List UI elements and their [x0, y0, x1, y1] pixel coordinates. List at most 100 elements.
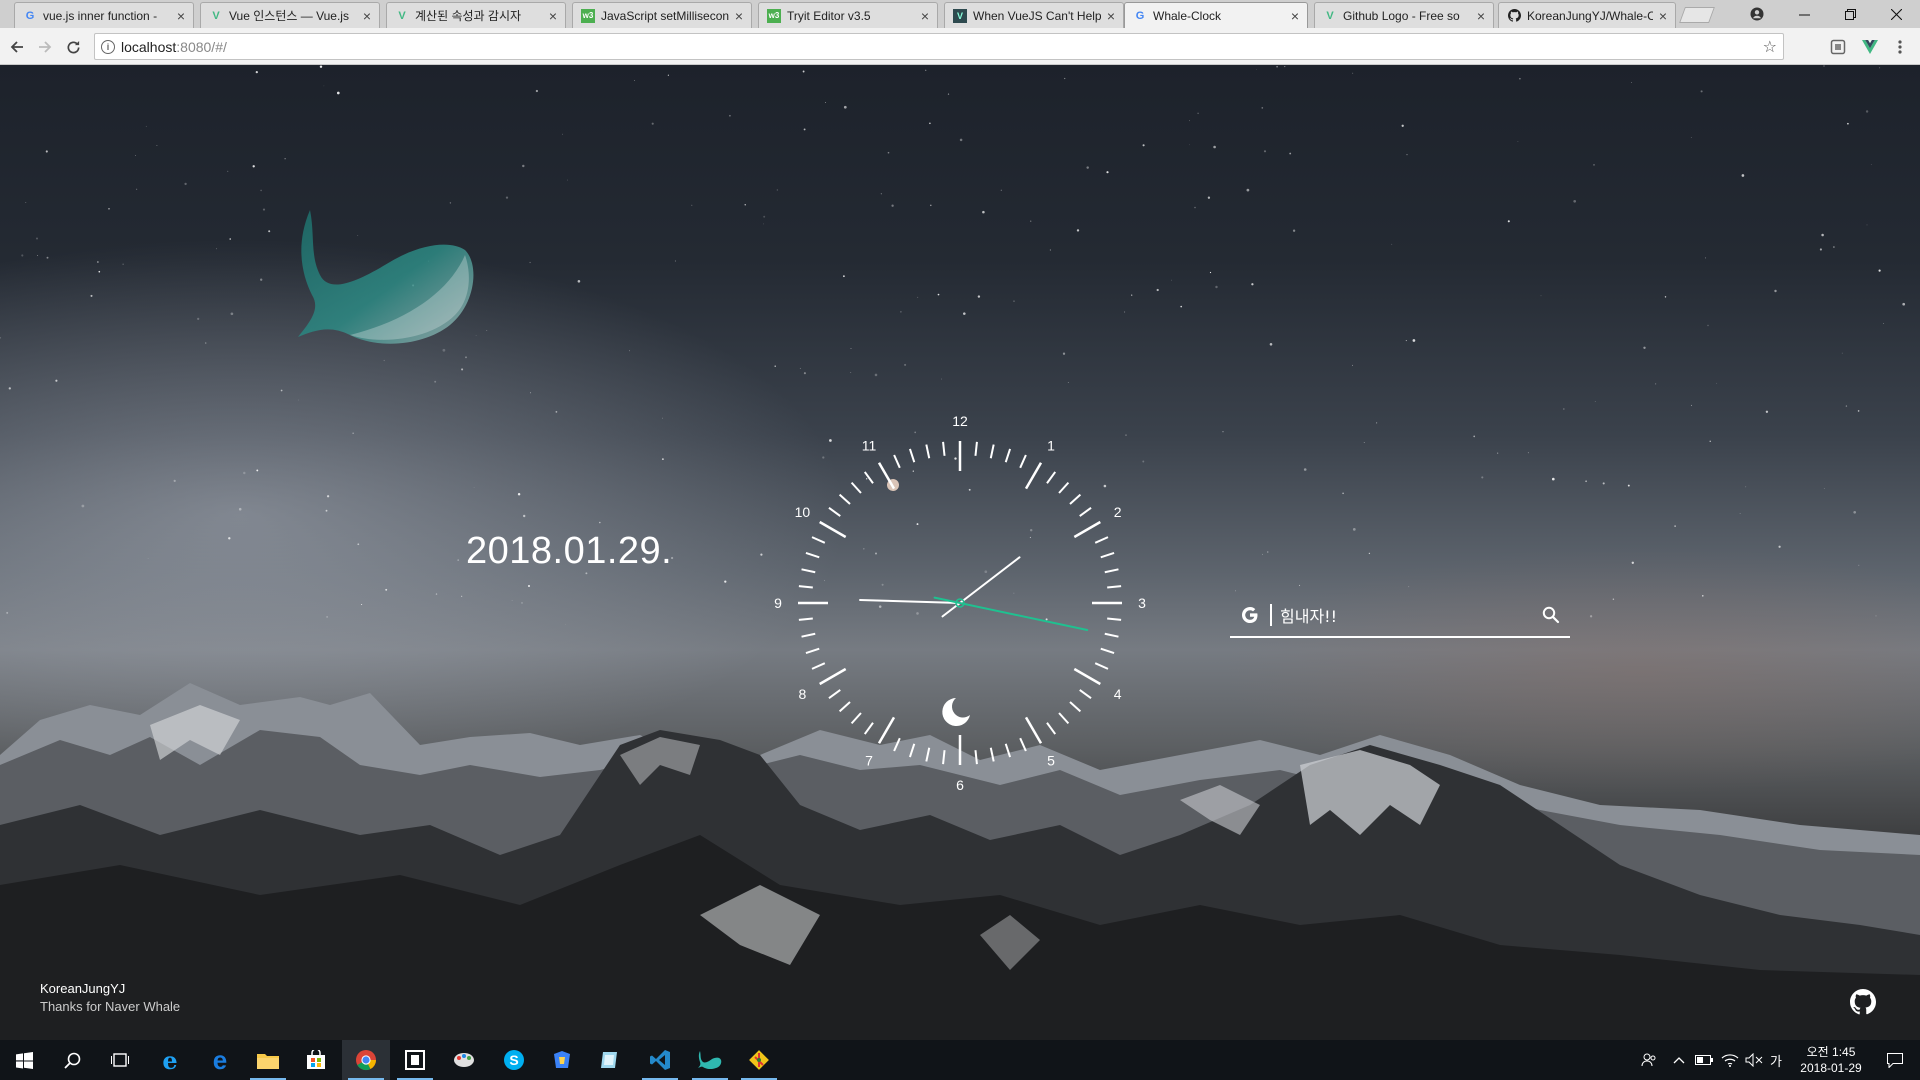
tab-github-repo[interactable]: KoreanJungYJ/Whale-C ×	[1498, 2, 1676, 28]
address-bar[interactable]: i localhost:8080/#/ ☆	[94, 33, 1784, 60]
vscode-icon[interactable]	[636, 1040, 684, 1080]
store-icon[interactable]	[292, 1040, 340, 1080]
tab-tryit-editor[interactable]: w3 Tryit Editor v3.5 ×	[758, 2, 938, 28]
tab-close-icon[interactable]: ×	[549, 8, 557, 24]
page-viewport: 2018.01.29. 12 1 2 3 4 5 6 7 8 9 10 11 힘…	[0, 65, 1920, 1040]
clock-number-6: 6	[956, 777, 964, 793]
tab-close-icon[interactable]: ×	[177, 8, 185, 24]
tab-computed-properties[interactable]: V 계산된 속성과 감시자 ×	[386, 2, 566, 28]
minute-tick	[798, 617, 813, 621]
start-icon[interactable]	[0, 1040, 48, 1080]
new-tab-button[interactable]	[1679, 7, 1715, 23]
minute-tick	[1019, 454, 1027, 469]
browser-toolbar: i localhost:8080/#/ ☆	[0, 28, 1920, 65]
tab-close-icon[interactable]: ×	[1659, 8, 1667, 24]
bookmark-star-icon[interactable]: ☆	[1763, 37, 1777, 57]
git-icon[interactable]	[735, 1040, 783, 1080]
ime-indicator[interactable]: 가	[1766, 1040, 1786, 1080]
system-clock[interactable]: 오전 1:45 2018-01-29	[1786, 1044, 1876, 1076]
clock-number-9: 9	[774, 595, 782, 611]
tab-when-vuejs-cant-help[interactable]: V When VueJS Can't Help ×	[944, 2, 1124, 28]
tab-close-icon[interactable]: ×	[363, 8, 371, 24]
task-view-icon[interactable]	[96, 1040, 144, 1080]
paint-icon[interactable]	[440, 1040, 488, 1080]
minute-tick	[838, 701, 851, 713]
tab-vuejs-inner-function[interactable]: G vue.js inner function - ×	[14, 2, 194, 28]
tab-whale-clock[interactable]: G Whale-Clock ×	[1124, 2, 1308, 28]
minute-tick	[801, 568, 816, 574]
clock-number-7: 7	[865, 753, 873, 769]
internet-explorer-icon[interactable]: e	[146, 1040, 194, 1080]
chevron-up-icon[interactable]	[1668, 1040, 1690, 1080]
minimize-icon[interactable]	[1782, 0, 1826, 28]
vue-devtools-icon[interactable]	[1860, 37, 1880, 57]
minute-tick	[925, 747, 931, 762]
tab-vue-instance[interactable]: V Vue 인스턴스 — Vue.js ×	[200, 2, 380, 28]
file-explorer-icon[interactable]	[244, 1040, 292, 1080]
clock-number-8: 8	[798, 686, 806, 702]
wifi-icon[interactable]	[1718, 1040, 1742, 1080]
tab-github-logo[interactable]: V Github Logo - Free so ×	[1314, 2, 1494, 28]
minute-tick	[1079, 689, 1092, 700]
minute-tick	[1107, 585, 1122, 589]
minute-tick	[1046, 471, 1057, 484]
tab-title: Github Logo - Free so	[1343, 8, 1460, 23]
minute-tick	[1004, 448, 1012, 463]
hour-tick	[1024, 716, 1043, 744]
minute-tick	[850, 481, 862, 494]
system-time: 오전 1:45	[1806, 1045, 1856, 1059]
search-input[interactable]	[1280, 602, 1530, 628]
tab-close-icon[interactable]: ×	[1291, 8, 1299, 24]
edge-icon[interactable]: e	[196, 1040, 244, 1080]
search-box	[1230, 596, 1570, 638]
tab-close-icon[interactable]: ×	[1477, 8, 1485, 24]
minute-tick	[1100, 551, 1115, 559]
clock-number-3: 3	[1138, 595, 1146, 611]
reload-icon[interactable]	[62, 36, 84, 58]
notification-center-icon[interactable]	[1878, 1040, 1912, 1080]
tab-close-icon[interactable]: ×	[735, 8, 743, 24]
minute-tick	[805, 551, 820, 559]
whale-icon[interactable]	[686, 1040, 734, 1080]
clock-number-1: 1	[1047, 437, 1055, 453]
minute-tick	[1058, 481, 1070, 494]
volume-mute-icon[interactable]	[1742, 1040, 1766, 1080]
minute-tick	[942, 441, 946, 456]
people-icon[interactable]	[1636, 1040, 1662, 1080]
minute-tick	[974, 750, 978, 765]
info-icon[interactable]: i	[101, 39, 115, 54]
menu-dots-icon[interactable]	[1890, 37, 1910, 57]
tab-title: When VueJS Can't Help	[973, 8, 1101, 23]
minute-tick	[1069, 493, 1082, 505]
tab-close-icon[interactable]: ×	[921, 8, 929, 24]
w3schools-icon: w3	[581, 8, 595, 23]
minute-tick	[801, 632, 816, 638]
chrome-icon[interactable]	[342, 1040, 390, 1080]
minute-tick	[805, 647, 820, 655]
github-icon[interactable]	[1850, 989, 1876, 1015]
tab-close-icon[interactable]: ×	[1107, 8, 1115, 24]
forward-icon[interactable]	[34, 36, 56, 58]
skype-icon[interactable]: S	[490, 1040, 538, 1080]
minute-tick	[893, 454, 901, 469]
search-icon[interactable]	[48, 1040, 96, 1080]
clock-number-10: 10	[795, 504, 811, 520]
tab-js-setmilliseconds[interactable]: w3 JavaScript setMillisecon ×	[572, 2, 752, 28]
restore-icon[interactable]	[1828, 0, 1872, 28]
battery-icon[interactable]	[1692, 1040, 1716, 1080]
profile-icon[interactable]	[1735, 0, 1779, 28]
minute-tick	[925, 444, 931, 459]
tab-title: 계산된 속성과 감시자	[415, 9, 522, 23]
app-icon-2[interactable]	[538, 1040, 586, 1080]
app-icon[interactable]	[391, 1040, 439, 1080]
back-icon[interactable]	[6, 36, 28, 58]
close-window-icon[interactable]	[1874, 0, 1918, 28]
search-icon[interactable]	[1542, 606, 1560, 624]
minute-tick	[942, 750, 946, 765]
medium-icon: V	[953, 8, 967, 23]
extension-icon[interactable]	[1828, 37, 1848, 57]
thanks-text: Thanks for Naver Whale	[40, 999, 181, 1014]
app-icon-3[interactable]	[586, 1040, 634, 1080]
analog-clock: 12 1 2 3 4 5 6 7 8 9 10 11	[774, 413, 1146, 793]
hour-tick	[1024, 462, 1043, 490]
